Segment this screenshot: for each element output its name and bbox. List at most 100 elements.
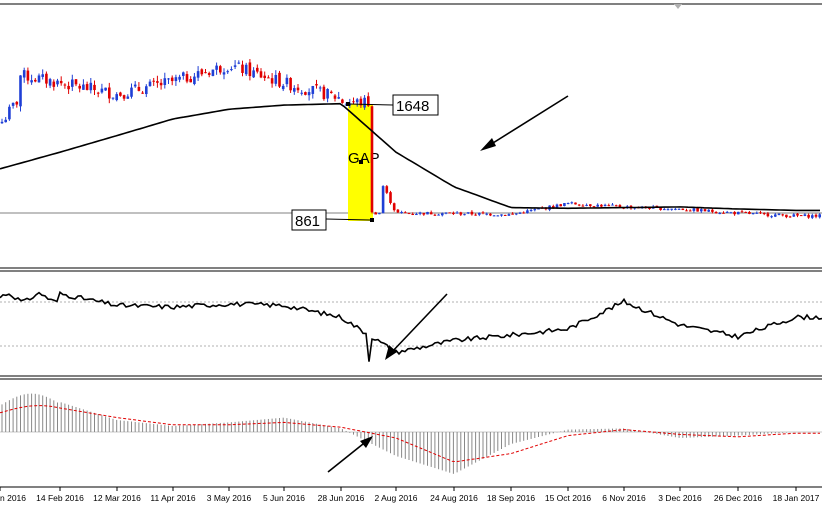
- candle-body: [122, 95, 126, 99]
- candle-body: [326, 89, 329, 99]
- candle-body: [648, 207, 651, 209]
- candle-body: [781, 214, 784, 216]
- candle-body: [396, 209, 400, 213]
- x-tick-label: 24 Aug 2016: [430, 493, 478, 503]
- candle-body: [585, 204, 588, 206]
- candle-body: [511, 213, 514, 215]
- candle-body: [363, 97, 366, 108]
- candle-body: [788, 216, 792, 218]
- candle-body: [799, 215, 803, 217]
- candle-body: [156, 81, 159, 83]
- gap-label: GAP: [348, 150, 380, 167]
- candle-body: [474, 214, 477, 216]
- candle-body: [355, 99, 359, 103]
- candle-body: [341, 99, 344, 103]
- candle-body: [185, 74, 189, 82]
- candle-body: [478, 212, 481, 215]
- x-tick-label: 3 May 2016: [207, 493, 252, 503]
- moving-average-line: [0, 102, 820, 212]
- candle-body: [814, 214, 818, 217]
- x-tick-label: 26 Dec 2016: [714, 493, 762, 503]
- candle-body: [600, 204, 603, 207]
- candle-body: [700, 209, 703, 212]
- candle-body: [318, 87, 322, 89]
- candle-body: [407, 212, 411, 214]
- candle-body: [170, 77, 174, 82]
- candle-body: [222, 72, 226, 75]
- hist-arrow-icon: [360, 436, 373, 448]
- candle-body: [211, 69, 215, 76]
- candle-body: [352, 101, 355, 103]
- candle-body: [411, 213, 414, 215]
- candle-body: [167, 78, 170, 80]
- osc-arrow-icon: [385, 345, 397, 360]
- candle-body: [729, 212, 733, 214]
- candle-body: [529, 210, 533, 212]
- candle-body: [259, 71, 263, 78]
- candle-body: [688, 210, 692, 212]
- candle-body: [485, 213, 488, 215]
- candle-body: [437, 214, 440, 216]
- candle-body: [674, 208, 677, 210]
- candle-body: [559, 204, 562, 207]
- candle-body: [133, 84, 137, 87]
- candle-body: [429, 212, 433, 215]
- candle-body: [141, 92, 144, 94]
- candle-body: [596, 204, 599, 207]
- price-arrow-icon: [480, 138, 496, 151]
- candle-body: [766, 213, 770, 217]
- candle-body: [119, 92, 122, 96]
- candle-body: [418, 212, 422, 214]
- candle-body: [570, 202, 574, 204]
- gap-center-marker: [359, 160, 363, 164]
- candle-body: [748, 211, 751, 214]
- candle-body: [533, 209, 537, 211]
- candle-body: [663, 209, 666, 211]
- candle-body: [248, 62, 252, 77]
- candle-body: [803, 214, 807, 216]
- candle-body: [19, 75, 22, 107]
- candle-body: [82, 84, 85, 90]
- scroll-marker-icon[interactable]: [674, 4, 682, 9]
- candle-body: [311, 85, 315, 94]
- x-axis: n 2016 14 Feb 2016 12 Mar 2016 11 Apr 2016 3…: [0, 487, 820, 503]
- x-tick-label: 18 Jan 2017: [773, 493, 820, 503]
- candle-body: [48, 79, 52, 86]
- candle-body: [226, 71, 229, 73]
- candle-body: [34, 79, 37, 82]
- candle-body: [108, 87, 111, 99]
- label-1648: 1648: [396, 98, 429, 115]
- candle-body: [785, 214, 788, 218]
- candle-body: [22, 70, 26, 78]
- candle-body: [237, 62, 241, 64]
- candle-body: [740, 211, 744, 213]
- candle-body: [722, 212, 725, 214]
- candle-body: [196, 71, 200, 78]
- candle-body: [163, 78, 167, 86]
- candle-body: [330, 91, 333, 94]
- candle-body: [459, 212, 463, 215]
- candle-body: [574, 202, 577, 205]
- candle-body: [74, 79, 78, 85]
- candle-body: [315, 84, 318, 86]
- candle-body: [518, 212, 522, 214]
- candle-body: [63, 84, 67, 86]
- candle-body: [104, 87, 107, 91]
- candle-body: [463, 214, 466, 216]
- candle-body: [581, 205, 585, 207]
- candle-body: [759, 212, 762, 214]
- candle-body: [733, 211, 736, 215]
- candle-body: [67, 85, 70, 90]
- candle-body: [526, 210, 529, 214]
- candle-body: [818, 214, 821, 218]
- candle-body: [503, 214, 507, 216]
- candle-body: [111, 97, 115, 99]
- candle-body: [241, 64, 244, 73]
- candle-body: [126, 96, 130, 99]
- candle-body: [148, 81, 152, 87]
- candle-body: [152, 80, 155, 82]
- candle-body: [796, 213, 799, 216]
- candle-body: [115, 94, 118, 101]
- x-tick-label: 3 Dec 2016: [658, 493, 702, 503]
- candle-body: [304, 92, 307, 95]
